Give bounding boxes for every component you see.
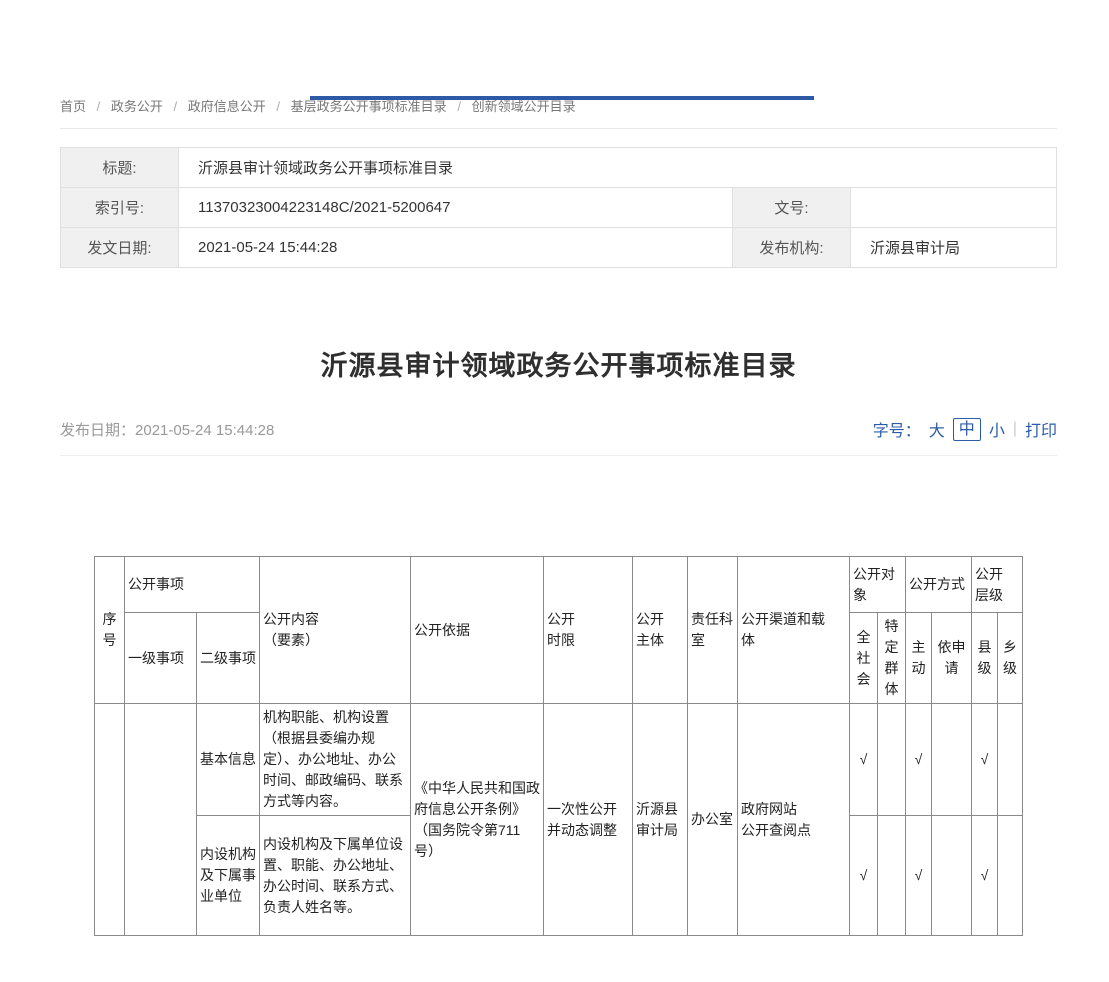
- breadcrumb-link-government-info[interactable]: 政府信息公开: [188, 99, 266, 114]
- meta-row-date: 发文日期: 2021-05-24 15:44:28 发布机构: 沂源县审计局: [61, 228, 1057, 268]
- top-nav-bar-remnant: [310, 96, 814, 100]
- catalog-table: 序号 公开事项 公开内容 （要素） 公开依据 公开 时限 公开 主体 责任科 室…: [94, 556, 1023, 936]
- cell-check-all-society: √: [850, 816, 878, 936]
- cell-check-on-request: [932, 704, 972, 816]
- print-button[interactable]: 打印: [1025, 417, 1057, 441]
- cell-check-specific-groups: [878, 816, 906, 936]
- font-size-medium-button[interactable]: 中: [953, 418, 981, 441]
- cell-content: 内设机构及下属单位设置、职能、办公地址、办公时间、联系方式、负责人姓名等。: [260, 816, 411, 936]
- header-responsible-dept: 责任科 室: [688, 557, 738, 704]
- meta-docnum-label: 文号:: [733, 188, 851, 228]
- breadcrumb-link-government-affairs[interactable]: 政务公开: [111, 99, 163, 114]
- meta-index-value: 11370323004223148C/2021-5200647: [179, 188, 733, 228]
- cell-content: 机构职能、机构设置（根据县委编办规定）、办公地址、办公时间、邮政编码、联系方式等…: [260, 704, 411, 816]
- header-level1-item: 一级事项: [125, 613, 197, 704]
- header-all-society: 全社会: [850, 613, 878, 704]
- header-level2-item: 二级事项: [197, 613, 260, 704]
- cell-responsible-dept: 办公室: [688, 704, 738, 936]
- header-township-level: 乡级: [998, 613, 1023, 704]
- cell-channels: 政府网站 公开查阅点: [738, 704, 850, 936]
- meta-row-title: 标题: 沂源县审计领域政务公开事项标准目录: [61, 148, 1057, 188]
- breadcrumb-separator: /: [174, 99, 178, 114]
- header-content-elements: 公开内容 （要素）: [260, 557, 411, 704]
- page-container: 首页 / 政务公开 / 政府信息公开 / 基层政务公开事项标准目录 / 创新领域…: [0, 96, 1109, 936]
- font-size-controls: 字号： 大 中 小 | 打印: [873, 417, 1057, 441]
- header-basis: 公开依据: [411, 557, 544, 704]
- cell-check-on-request: [932, 816, 972, 936]
- header-subject: 公开 主体: [633, 557, 688, 704]
- header-specific-groups: 特定群体: [878, 613, 906, 704]
- divider: |: [1013, 420, 1017, 438]
- header-level: 公开 层级: [972, 557, 1023, 613]
- breadcrumb-link-home[interactable]: 首页: [60, 99, 86, 114]
- header-proactive: 主动: [906, 613, 932, 704]
- breadcrumb-separator: /: [457, 99, 461, 114]
- breadcrumb-separator: /: [276, 99, 280, 114]
- publish-date: 发布日期：2021-05-24 15:44:28: [60, 419, 274, 440]
- cell-serial-number: [95, 704, 125, 936]
- font-size-label: 字号：: [873, 417, 921, 441]
- meta-index-label: 索引号:: [61, 188, 179, 228]
- cell-time-limit: 一次性公开并动态调整: [544, 704, 633, 936]
- breadcrumb-link-innovation-catalog[interactable]: 创新领域公开目录: [472, 99, 576, 114]
- header-serial-number: 序号: [95, 557, 125, 704]
- header-county-level: 县级: [972, 613, 998, 704]
- meta-date-value: 2021-05-24 15:44:28: [179, 228, 733, 268]
- publish-date-label: 发布日期：: [60, 422, 135, 439]
- cell-basis: 《中华人民共和国政府信息公开条例》（国务院令第711号）: [411, 704, 544, 936]
- cell-check-township: [998, 816, 1023, 936]
- article-meta-row: 发布日期：2021-05-24 15:44:28 字号： 大 中 小 | 打印: [60, 417, 1057, 456]
- cell-subject: 沂源县审计局: [633, 704, 688, 936]
- cell-check-all-society: √: [850, 704, 878, 816]
- cell-check-specific-groups: [878, 704, 906, 816]
- cell-check-county: √: [972, 704, 998, 816]
- header-time-limit: 公开 时限: [544, 557, 633, 704]
- font-size-small-button[interactable]: 小: [989, 417, 1005, 441]
- table-row: 基本信息 机构职能、机构设置（根据县委编办规定）、办公地址、办公时间、邮政编码、…: [95, 704, 1023, 816]
- cell-level2-item: 内设机构及下属事业单位: [197, 816, 260, 936]
- meta-row-index: 索引号: 11370323004223148C/2021-5200647 文号:: [61, 188, 1057, 228]
- cell-check-proactive: √: [906, 816, 932, 936]
- meta-title-label: 标题:: [61, 148, 179, 188]
- meta-title-value: 沂源县审计领域政务公开事项标准目录: [179, 148, 1057, 188]
- breadcrumb: 首页 / 政务公开 / 政府信息公开 / 基层政务公开事项标准目录 / 创新领域…: [60, 96, 1057, 129]
- cell-check-proactive: √: [906, 704, 932, 816]
- breadcrumb-separator: /: [97, 99, 101, 114]
- header-on-request: 依申请: [932, 613, 972, 704]
- header-target: 公开对 象: [850, 557, 906, 613]
- header-public-matters: 公开事项: [125, 557, 260, 613]
- header-method: 公开方式: [906, 557, 972, 613]
- meta-date-label: 发文日期:: [61, 228, 179, 268]
- header-row-1: 序号 公开事项 公开内容 （要素） 公开依据 公开 时限 公开 主体 责任科 室…: [95, 557, 1023, 613]
- font-size-large-button[interactable]: 大: [929, 417, 945, 441]
- cell-check-township: [998, 704, 1023, 816]
- breadcrumb-link-standard-catalog[interactable]: 基层政务公开事项标准目录: [291, 99, 447, 114]
- page-title: 沂源县审计领域政务公开事项标准目录: [60, 344, 1057, 383]
- cell-level1-item: [125, 704, 197, 936]
- meta-org-value: 沂源县审计局: [851, 228, 1057, 268]
- document-meta-table: 标题: 沂源县审计领域政务公开事项标准目录 索引号: 1137032300422…: [60, 147, 1057, 268]
- publish-date-value: 2021-05-24 15:44:28: [135, 422, 274, 439]
- cell-check-county: √: [972, 816, 998, 936]
- header-channels: 公开渠道和载 体: [738, 557, 850, 704]
- meta-org-label: 发布机构:: [733, 228, 851, 268]
- cell-level2-item: 基本信息: [197, 704, 260, 816]
- meta-docnum-value: [851, 188, 1057, 228]
